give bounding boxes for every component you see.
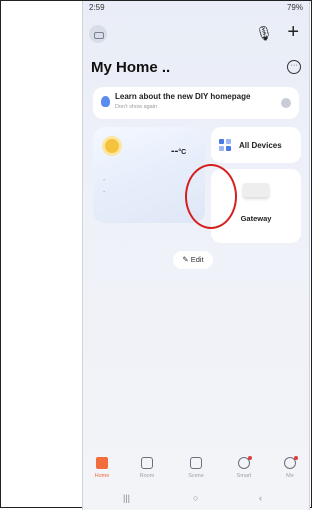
close-banner-icon[interactable] [281, 98, 291, 108]
status-battery: 79% [286, 3, 303, 12]
sun-icon [105, 139, 119, 153]
highlight-circle [185, 164, 237, 229]
banner-title: Learn about the new DIY homepage [115, 92, 251, 101]
dont-show-again-link[interactable]: Don't show again [115, 104, 157, 110]
tab-scene-label: Scene [188, 473, 204, 479]
diy-banner[interactable]: Learn about the new DIY homepage Don't s… [93, 87, 299, 119]
system-nav-bar: ||| ○ ‹ [83, 491, 309, 510]
tab-smart-label: Smart [236, 473, 252, 479]
edit-button[interactable]: ✎ Edit [173, 251, 213, 269]
edit-label: Edit [190, 255, 204, 264]
tab-scene[interactable]: Scene [179, 453, 213, 479]
microphone-icon[interactable]: 🎙 [255, 25, 273, 42]
me-tab-icon [284, 456, 298, 469]
more-options-icon[interactable]: ··· [287, 60, 301, 74]
status-bar: 2:59 79% [89, 3, 303, 17]
bottom-tab-bar: Home Room Scene Smart Me [83, 453, 309, 487]
weather-line-2: - [103, 189, 106, 196]
tab-home-label: Home [94, 473, 110, 479]
home-tab-icon [96, 457, 108, 469]
phone-screen: 2:59 79% 🎙 + My Home .. ··· Learn about … [82, 1, 310, 510]
tab-smart[interactable]: Smart [227, 453, 261, 479]
screenshot-frame: 2:59 79% 🎙 + My Home .. ··· Learn about … [0, 0, 312, 510]
scene-tab-icon [190, 457, 202, 469]
pencil-icon: ✎ [182, 255, 189, 264]
home-switch-icon[interactable] [89, 25, 107, 43]
weather-line-1: - [103, 177, 106, 184]
back-button[interactable]: ‹ [259, 493, 262, 503]
temperature-value: --°C [171, 145, 187, 157]
lightbulb-icon [101, 96, 110, 107]
tab-me-label: Me [286, 473, 294, 479]
tab-home[interactable]: Home [85, 453, 119, 479]
room-tab-icon [141, 457, 153, 469]
status-time: 2:59 [89, 3, 105, 12]
devices-grid-icon [219, 139, 231, 151]
tab-room[interactable]: Room [130, 453, 164, 479]
all-devices-label: All Devices [239, 141, 282, 150]
notification-dot [294, 456, 298, 460]
gateway-device-icon [243, 183, 269, 197]
add-icon[interactable]: + [287, 21, 299, 44]
smart-tab-icon [238, 456, 252, 469]
top-bar: 🎙 + [89, 21, 303, 47]
recents-button[interactable]: ||| [123, 493, 130, 503]
page-title[interactable]: My Home .. [91, 59, 170, 76]
home-button[interactable]: ○ [193, 493, 198, 503]
tab-room-label: Room [139, 473, 155, 479]
notification-dot [248, 456, 252, 460]
tab-me[interactable]: Me [273, 453, 307, 479]
all-devices-card[interactable]: All Devices [211, 127, 301, 163]
